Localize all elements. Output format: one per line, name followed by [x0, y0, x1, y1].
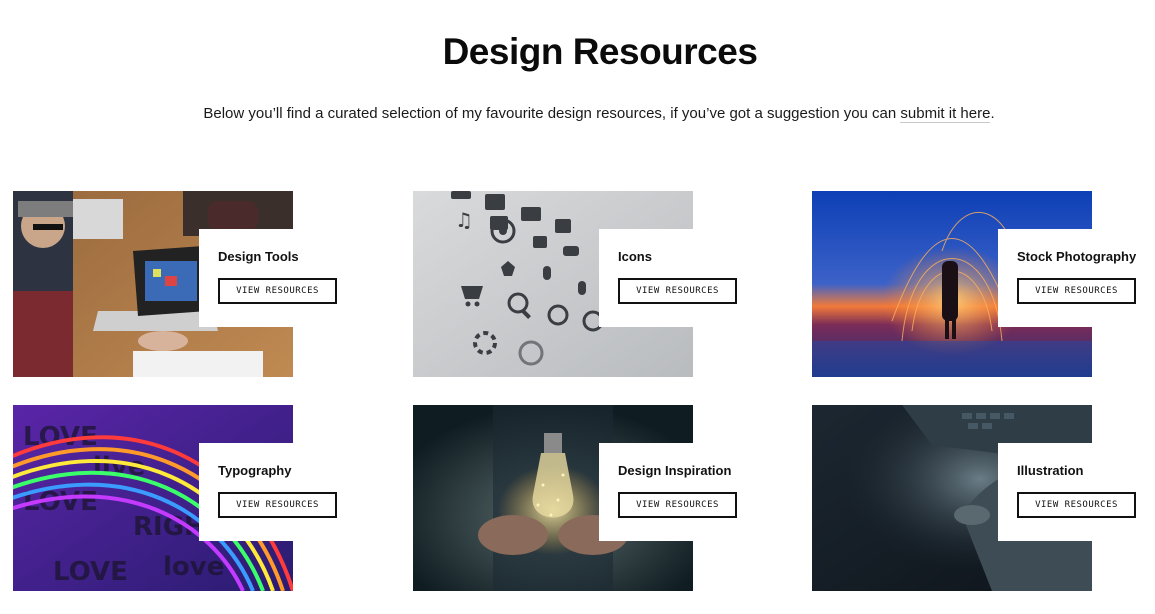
card-illustration[interactable]: Illustration VIEW RESOURCES [812, 405, 1139, 591]
svg-text:LOVE: LOVE [53, 557, 128, 587]
card-title: Design Tools [218, 249, 299, 264]
card-panel: Illustration VIEW RESOURCES [998, 443, 1139, 541]
page-title: Design Resources [442, 30, 758, 72]
card-panel: Design Inspiration VIEW RESOURCES [599, 443, 740, 541]
intro-paragraph: Below you’ll find a curated selection of… [0, 105, 1155, 123]
view-resources-button[interactable]: VIEW RESOURCES [618, 492, 737, 518]
card-panel: Icons VIEW RESOURCES [599, 229, 740, 327]
view-resources-button[interactable]: VIEW RESOURCES [1017, 278, 1136, 304]
card-design-inspiration[interactable]: Design Inspiration VIEW RESOURCES [413, 405, 740, 591]
view-resources-button[interactable]: VIEW RESOURCES [618, 278, 737, 304]
card-panel: Stock Photography VIEW RESOURCES [998, 229, 1139, 327]
card-stock-photography[interactable]: Stock Photography VIEW RESOURCES [812, 191, 1139, 377]
svg-text:love: love [163, 552, 224, 582]
card-title: Typography [218, 463, 292, 478]
card-panel: Typography VIEW RESOURCES [199, 443, 340, 541]
card-title: Icons [618, 249, 652, 264]
view-resources-button[interactable]: VIEW RESOURCES [218, 492, 337, 518]
card-typography[interactable]: LOVE live LOVE RIGHT LOVE love Typograph… [13, 405, 340, 591]
svg-text:♫: ♫ [455, 208, 473, 232]
view-resources-button[interactable]: VIEW RESOURCES [218, 278, 337, 304]
intro-end: . [990, 105, 995, 122]
card-title: Illustration [1017, 463, 1084, 478]
card-title: Design Inspiration [618, 463, 732, 478]
submit-link[interactable]: submit it here [900, 105, 991, 123]
card-title: Stock Photography [1017, 249, 1137, 264]
view-resources-button[interactable]: VIEW RESOURCES [1017, 492, 1136, 518]
intro-text: Below you’ll find a curated selection of… [203, 105, 901, 122]
card-design-tools[interactable]: Design Tools VIEW RESOURCES [13, 191, 340, 377]
card-panel: Design Tools VIEW RESOURCES [199, 229, 340, 327]
card-icons[interactable]: ♫ Icons VIEW RESOURCES [413, 191, 740, 377]
